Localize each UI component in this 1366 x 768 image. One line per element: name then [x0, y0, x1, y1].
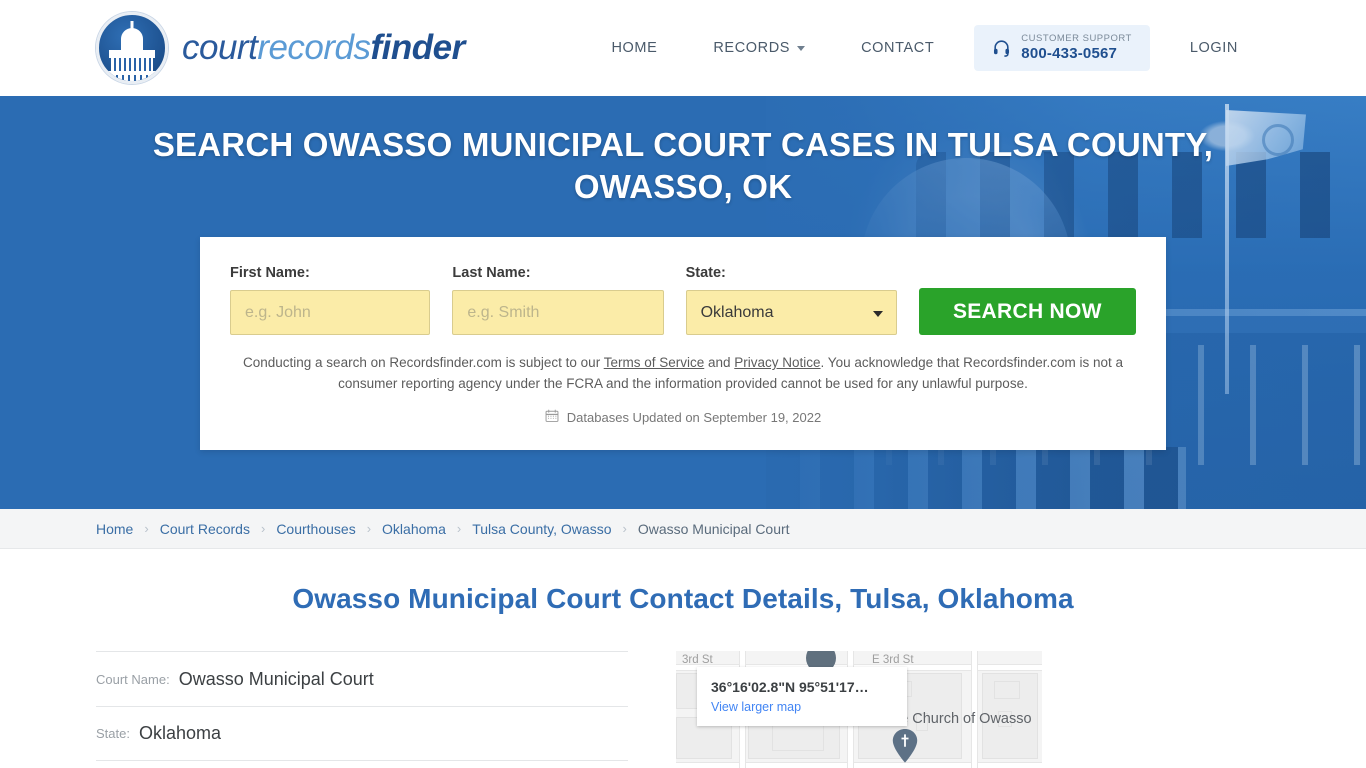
breadcrumb-item-court-records[interactable]: Court Records	[160, 521, 250, 537]
detail-row: Court Name: Owasso Municipal Court	[96, 651, 628, 706]
detail-row: State: Oklahoma	[96, 706, 628, 761]
brand-word-court: court	[182, 28, 258, 67]
breadcrumb-separator: ›	[622, 521, 627, 536]
customer-support-button[interactable]: CUSTOMER SUPPORT 800-433-0567	[974, 24, 1150, 72]
view-larger-map-link[interactable]: View larger map	[711, 700, 893, 714]
detail-value: Owasso Municipal Court	[178, 668, 374, 689]
hero-section: SEARCH OWASSO MUNICIPAL COURT CASES IN T…	[0, 96, 1366, 509]
databases-updated-row: Databases Updated on September 19, 2022	[230, 409, 1136, 426]
nav-item-login[interactable]: LOGIN	[1162, 30, 1266, 66]
breadcrumb: Home › Court Records › Courthouses › Oklahoma ›…	[0, 509, 1366, 549]
map-street-label-left: 3rd St	[682, 654, 713, 666]
calendar-icon	[545, 409, 559, 426]
breadcrumb-item-owasso-municipal-court: Owasso Municipal Court	[637, 520, 790, 537]
breadcrumb-separator: ›	[456, 521, 462, 536]
support-phone-number: 800-433-0567	[1021, 44, 1118, 62]
brand-word-finder: finder	[370, 28, 466, 67]
first-name-input[interactable]	[230, 290, 431, 336]
map-street-label-right: E 3rd St	[872, 654, 914, 666]
nav-label-home: HOME	[611, 39, 658, 56]
map-column: 3rd St E 3rd St Bible Church of Owasso 3…	[676, 651, 1046, 768]
breadcrumb-item-tulsa-county-owasso[interactable]: Tulsa County, Owasso	[472, 521, 611, 537]
last-name-input[interactable]	[452, 290, 664, 336]
breadcrumb-item-oklahoma[interactable]: Oklahoma	[382, 521, 446, 537]
brand-word-records: records	[257, 28, 371, 67]
breadcrumb-item-home[interactable]: Home	[96, 521, 133, 537]
nav-item-contact[interactable]: CONTACT	[833, 30, 962, 66]
chevron-down-icon	[797, 46, 806, 52]
breadcrumb-separator: ›	[366, 521, 372, 536]
court-details-section: Court Name: Owasso Municipal Court State: O…	[0, 651, 1366, 768]
people-search-form: First Name: Last Name: State: Oklahoma	[230, 265, 1137, 336]
detail-key: Court Name:	[96, 671, 170, 687]
headset-icon	[992, 38, 1011, 58]
map-info-card: 36°16'02.8"N 95°51'17… View larger map	[697, 667, 907, 726]
last-name-field-group: Last Name:	[452, 265, 664, 336]
terms-of-service-link[interactable]: Terms of Service	[604, 355, 705, 370]
location-map[interactable]: 3rd St E 3rd St Bible Church of Owasso 3…	[676, 651, 1042, 768]
court-details-list: Court Name: Owasso Municipal Court State: O…	[96, 651, 628, 768]
site-logo-link[interactable]: courtrecordsfinder	[96, 12, 465, 84]
breadcrumb-item-courthouses[interactable]: Courthouses	[276, 521, 355, 537]
last-name-label: Last Name:	[452, 265, 531, 282]
page-title: Owasso Municipal Court Contact Details, …	[292, 583, 1074, 614]
breadcrumb-separator: ›	[260, 521, 266, 536]
privacy-notice-link[interactable]: Privacy Notice	[734, 355, 820, 370]
hero-title: SEARCH OWASSO MUNICIPAL COURT CASES IN T…	[152, 126, 1214, 205]
nav-item-home[interactable]: HOME	[583, 30, 685, 66]
search-disclaimer: Conducting a search on Recordsfinder.com…	[243, 353, 1123, 395]
disclaimer-and: and	[704, 355, 735, 371]
capitol-dome-icon	[96, 12, 168, 84]
search-now-button[interactable]: SEARCH NOW	[918, 288, 1137, 336]
nav-label-records: RECORDS	[713, 39, 791, 56]
nav-item-records[interactable]: RECORDS	[685, 30, 833, 66]
site-header: courtrecordsfinder HOME RECORDS CONTACT	[0, 0, 1366, 96]
church-map-pin-icon	[892, 729, 918, 763]
map-coordinates: 36°16'02.8"N 95°51'17…	[711, 679, 869, 695]
brand-wordmark: courtrecordsfinder	[182, 28, 465, 68]
nav-label-contact: CONTACT	[861, 39, 935, 56]
support-label: CUSTOMER SUPPORT	[1021, 32, 1132, 44]
breadcrumb-list: Home › Court Records › Courthouses › Oklahoma ›…	[96, 521, 790, 537]
detail-key: State:	[96, 726, 130, 741]
search-form-card: First Name: Last Name: State: Oklahoma	[200, 237, 1166, 450]
breadcrumb-separator: ›	[144, 521, 149, 536]
state-select[interactable]: Oklahoma	[685, 290, 897, 336]
state-label: State:	[685, 265, 726, 282]
first-name-field-group: First Name:	[230, 265, 431, 336]
primary-navigation: HOME RECORDS CONTACT CUSTOMER SUPPORT 80…	[583, 24, 1266, 72]
first-name-label: First Name:	[230, 265, 310, 282]
state-field-group: State: Oklahoma	[685, 265, 897, 336]
databases-updated-text: Databases Updated on September 19, 2022	[566, 410, 822, 425]
detail-value: Oklahoma	[138, 723, 222, 743]
main-content: Owasso Municipal Court Contact Details, …	[0, 549, 1366, 768]
nav-label-login: LOGIN	[1189, 39, 1238, 56]
disclaimer-text-1: Conducting a search on Recordsfinder.com…	[243, 355, 604, 371]
